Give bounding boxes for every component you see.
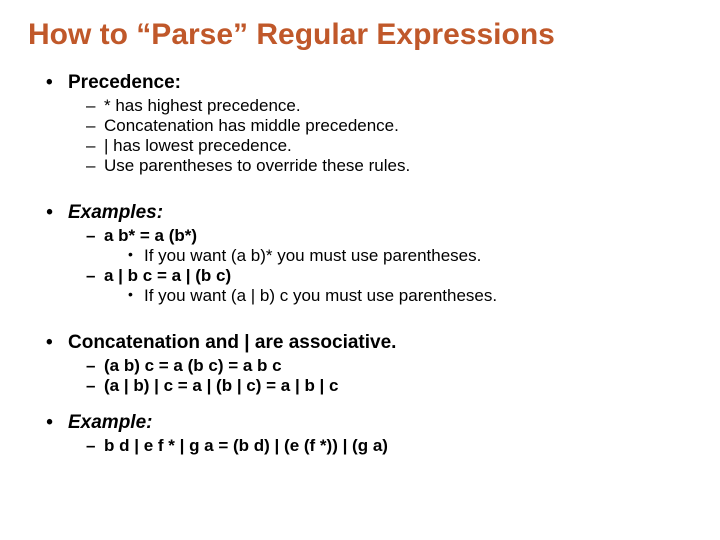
spacer bbox=[46, 312, 692, 332]
section-heading: Examples: bbox=[68, 202, 163, 223]
list-item: (a b) c = a (b c) = a b c bbox=[86, 356, 692, 376]
sub-list: b d | e f * | g a = (b d) | (e (f *)) | … bbox=[68, 436, 692, 456]
spacer bbox=[46, 402, 692, 412]
sub-sub-list: If you want (a b)* you must use parenthe… bbox=[104, 246, 692, 266]
section-example: Example: b d | e f * | g a = (b d) | (e … bbox=[46, 412, 692, 456]
bullet-list: Precedence: * has highest precedence. Co… bbox=[28, 72, 692, 456]
list-item-text: a | b c = a | (b c) bbox=[104, 266, 231, 285]
section-examples: Examples: a b* = a (b*) If you want (a b… bbox=[46, 202, 692, 306]
list-item: a | b c = a | (b c) If you want (a | b) … bbox=[86, 266, 692, 306]
list-item: Use parentheses to override these rules. bbox=[86, 156, 692, 176]
slide: How to “Parse” Regular Expressions Prece… bbox=[0, 0, 720, 540]
sub-list: a b* = a (b*) If you want (a b)* you mus… bbox=[68, 226, 692, 306]
slide-title: How to “Parse” Regular Expressions bbox=[28, 18, 692, 52]
list-item: b d | e f * | g a = (b d) | (e (f *)) | … bbox=[86, 436, 692, 456]
list-item-text: a b* = a (b*) bbox=[104, 226, 197, 245]
list-item: | has lowest precedence. bbox=[86, 136, 692, 156]
sub-list: (a b) c = a (b c) = a b c (a | b) | c = … bbox=[68, 356, 692, 396]
section-heading: Precedence: bbox=[68, 72, 181, 93]
list-item: * has highest precedence. bbox=[86, 96, 692, 116]
sub-list: * has highest precedence. Concatenation … bbox=[68, 96, 692, 176]
list-item: If you want (a b)* you must use parenthe… bbox=[128, 246, 692, 266]
list-item: (a | b) | c = a | (b | c) = a | b | c bbox=[86, 376, 692, 396]
spacer bbox=[46, 182, 692, 202]
section-heading: Example: bbox=[68, 412, 152, 433]
section-associative: Concatenation and | are associative. (a … bbox=[46, 332, 692, 396]
list-item: Concatenation has middle precedence. bbox=[86, 116, 692, 136]
list-item: If you want (a | b) c you must use paren… bbox=[128, 286, 692, 306]
section-heading: Concatenation and | are associative. bbox=[68, 332, 396, 353]
section-precedence: Precedence: * has highest precedence. Co… bbox=[46, 72, 692, 176]
sub-sub-list: If you want (a | b) c you must use paren… bbox=[104, 286, 692, 306]
list-item: a b* = a (b*) If you want (a b)* you mus… bbox=[86, 226, 692, 266]
